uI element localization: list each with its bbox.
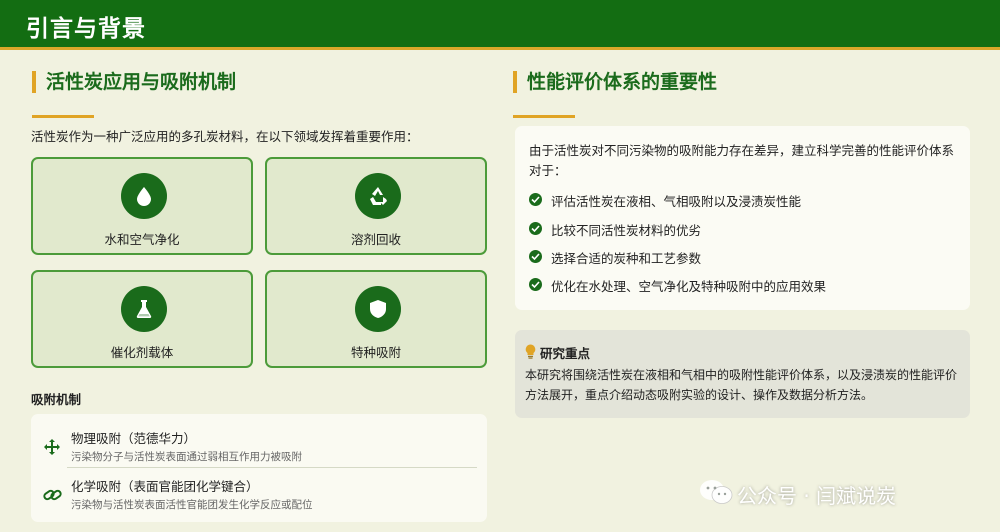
- mechanism-desc: 污染物与活性炭表面活性官能团发生化学反应或配位: [71, 499, 313, 511]
- left-intro-text: 活性炭作为一种广泛应用的多孔炭材料，在以下领域发挥着重要作用：: [31, 129, 419, 144]
- check-text: 优化在水处理、空气净化及特种吸附中的应用效果: [551, 279, 827, 294]
- shield-icon: [355, 286, 401, 332]
- right-intro-text: 由于活性炭对不同污染物的吸附能力存在差异，建立科学完善的性能评价体系对于：: [529, 143, 955, 178]
- check-circle-icon: [529, 222, 542, 235]
- research-focus-body: 本研究将围绕活性炭在液相和气相中的吸附性能评价体系，以及浸渍炭的性能评价方法展开…: [525, 368, 958, 402]
- card-label: 水和空气净化: [104, 232, 180, 247]
- card-label: 特种吸附: [350, 345, 401, 360]
- application-card-catalyst: 催化剂载体: [31, 270, 253, 368]
- application-card-special: 特种吸附: [265, 270, 487, 368]
- research-focus-panel: 研究重点 本研究将围绕活性炭在液相和气相中的吸附性能评价体系，以及浸渍炭的性能评…: [515, 330, 970, 418]
- check-text: 选择合适的炭种和工艺参数: [551, 251, 702, 266]
- mechanism-desc: 污染物分子与活性炭表面通过弱相互作用力被吸附: [71, 451, 302, 463]
- check-circle-icon: [529, 250, 542, 263]
- recycle-icon: [355, 173, 401, 219]
- mechanism-title: 吸附机制: [31, 392, 82, 407]
- flask-icon: [121, 286, 167, 332]
- evaluation-panel: 由于活性炭对不同污染物的吸附能力存在差异，建立科学完善的性能评价体系对于： 评估…: [515, 126, 970, 310]
- application-card-solvent: 溶剂回收: [265, 157, 487, 255]
- list-item: 物理吸附（范德华力） 污染物分子与活性炭表面通过弱相互作用力被吸附: [31, 422, 487, 472]
- application-card-water-air: 水和空气净化: [31, 157, 253, 255]
- wechat-icon: [700, 480, 733, 504]
- arrows-move-icon: [44, 439, 60, 455]
- link-icon: [43, 489, 62, 501]
- check-text: 评估活性炭在液相、气相吸附以及浸渍炭性能: [551, 194, 802, 209]
- check-circle-icon: [529, 278, 542, 291]
- right-section-underline: [513, 115, 575, 118]
- check-circle-icon: [529, 193, 542, 206]
- divider: [67, 467, 477, 468]
- list-item: 化学吸附（表面官能团化学键合） 污染物与活性炭表面活性官能团发生化学反应或配位: [31, 470, 487, 520]
- left-section-underline: [32, 115, 94, 118]
- water-drop-icon: [121, 173, 167, 219]
- mechanism-name: 物理吸附（范德华力）: [71, 431, 197, 446]
- header-bar: 引言与背景: [0, 0, 1000, 50]
- mechanism-list: 物理吸附（范德华力） 污染物分子与活性炭表面通过弱相互作用力被吸附 化学吸附（表…: [31, 414, 487, 522]
- check-text: 比较不同活性炭材料的优劣: [551, 223, 702, 238]
- card-label: 溶剂回收: [350, 232, 401, 247]
- mechanism-name: 化学吸附（表面官能团化学键合）: [71, 479, 259, 494]
- page-title: 引言与背景: [26, 16, 146, 42]
- lightbulb-icon: [525, 344, 536, 359]
- left-section-title: 活性炭应用与吸附机制: [32, 71, 236, 93]
- right-section-title: 性能评价体系的重要性: [513, 71, 717, 93]
- card-label: 催化剂载体: [110, 345, 174, 360]
- watermark-text: 公众号 · 闫斌说炭: [737, 484, 897, 508]
